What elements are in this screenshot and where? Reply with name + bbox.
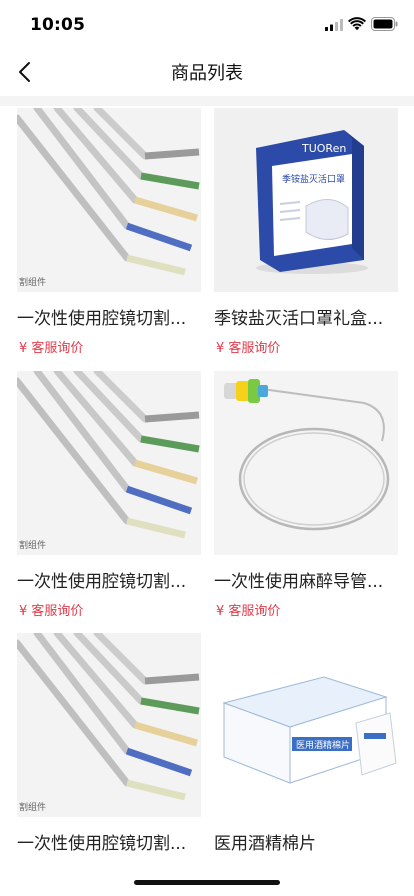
product-name: 一次性使用腔镜切割... <box>17 834 187 854</box>
product-name: 一次性使用腔镜切割... <box>17 309 187 329</box>
navigation-bar: 商品列表 <box>0 48 414 96</box>
product-name: 季铵盐灭活口罩礼盒... <box>214 309 384 329</box>
wifi-icon <box>348 17 366 31</box>
page-title: 商品列表 <box>171 63 243 84</box>
box-title: 季铵盐灭活口罩 <box>282 173 345 185</box>
product-image-label: 割组件 <box>19 803 47 813</box>
product-price: ¥ 客服询价 <box>216 341 281 356</box>
home-indicator[interactable] <box>134 880 280 885</box>
alcohol-pad-box-image: 医用酒精棉片 <box>214 633 398 817</box>
product-image: 割组件 <box>17 108 201 292</box>
battery-icon <box>371 17 398 31</box>
cellular-signal-icon <box>325 19 343 31</box>
product-image: 医用酒精棉片 <box>214 633 398 817</box>
stapler-image <box>17 108 201 292</box>
product-image: 割组件 <box>17 633 201 817</box>
box-title: 医用酒精棉片 <box>296 739 350 751</box>
product-image: 割组件 <box>17 371 201 555</box>
product-image <box>214 371 398 555</box>
product-image-label: 割组件 <box>19 278 47 288</box>
product-name: 一次性使用麻醉导管... <box>214 572 384 592</box>
product-price: ¥ 客服询价 <box>19 341 84 356</box>
box-brand: TUORen <box>301 142 346 155</box>
catheter-image <box>214 371 398 555</box>
product-price: ¥ 客服询价 <box>216 604 281 619</box>
stapler-image <box>17 633 201 817</box>
mask-box-image: TUORen 季铵盐灭活口罩 <box>214 108 398 292</box>
product-price: ¥ 客服询价 <box>19 604 84 619</box>
product-name: 医用酒精棉片 <box>214 834 316 854</box>
stapler-image <box>17 371 201 555</box>
header-divider <box>0 96 414 106</box>
product-image: TUORen 季铵盐灭活口罩 <box>214 108 398 292</box>
status-bar: 10:05 <box>0 0 414 48</box>
status-time: 10:05 <box>30 15 86 35</box>
product-image-label: 割组件 <box>19 541 47 551</box>
product-name: 一次性使用腔镜切割... <box>17 572 187 592</box>
